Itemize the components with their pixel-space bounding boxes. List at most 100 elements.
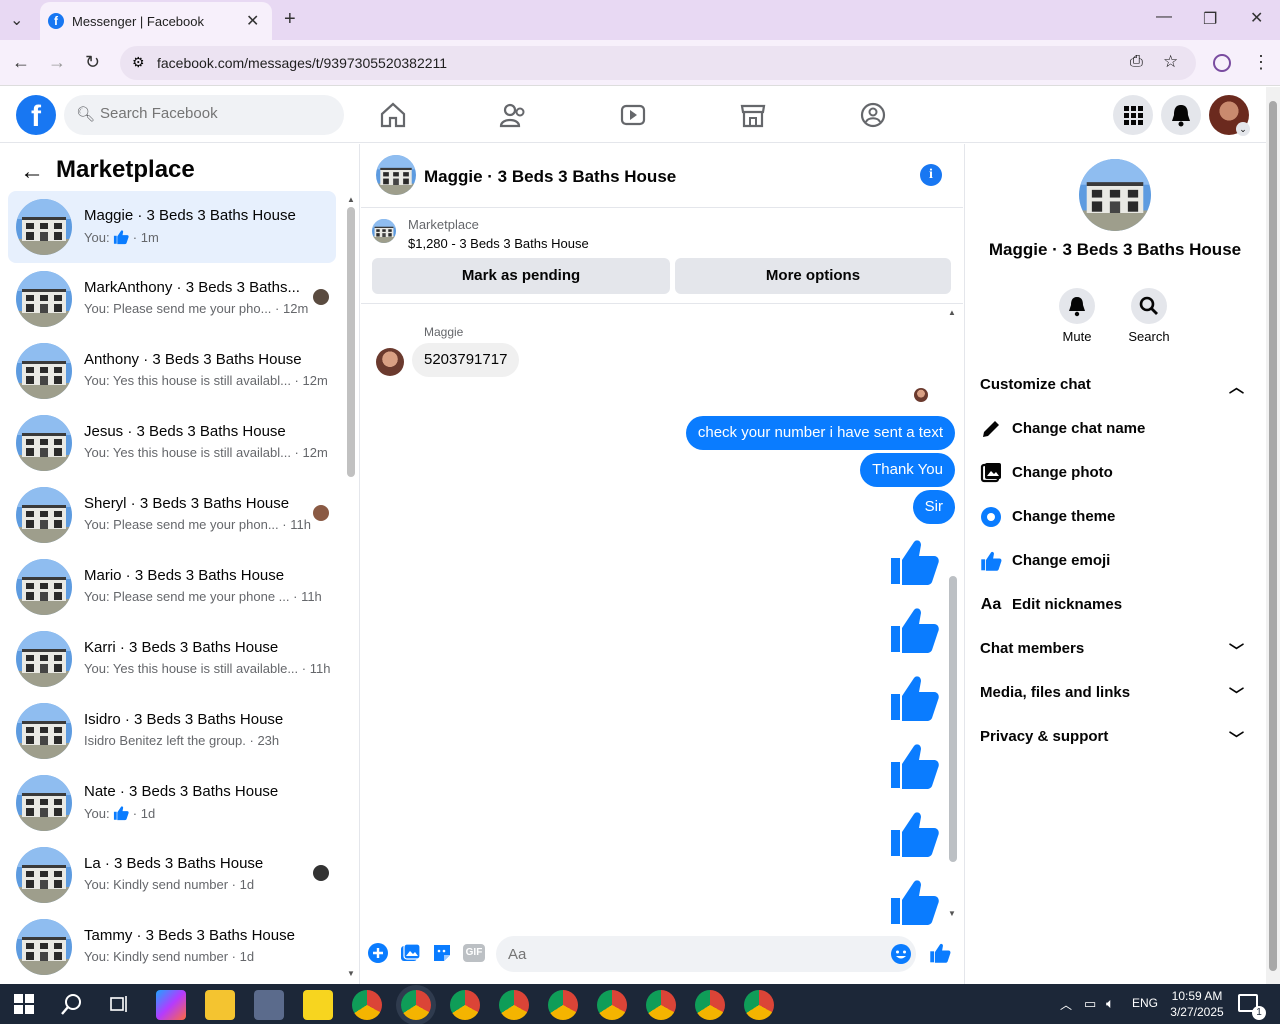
page-scrollbar[interactable] [1266, 87, 1280, 984]
page-scroll-thumb[interactable] [1269, 101, 1277, 971]
forward-icon[interactable]: → [48, 52, 66, 73]
facebook-logo-icon[interactable]: f [16, 95, 56, 135]
thumbs-up-message-icon[interactable] [888, 604, 940, 656]
system-clock[interactable]: 10:59 AM 3/27/2025 [1162, 988, 1232, 1020]
reload-icon[interactable]: ↻ [85, 52, 100, 73]
outgoing-message[interactable]: check your number i have sent a text [685, 416, 955, 450]
send-like-icon[interactable] [929, 942, 951, 964]
chat-scroll-up-icon[interactable]: ▲ [948, 308, 956, 317]
windows-start-icon[interactable] [14, 994, 34, 1014]
chrome-window-icon[interactable] [499, 990, 529, 1020]
omnibox[interactable]: ⚙ facebook.com/messages/t/93973055203822… [120, 46, 1196, 80]
chat-members-section[interactable]: Chat members ﹀ [980, 640, 1250, 660]
list-scrollbar[interactable] [347, 207, 355, 477]
task-view-icon[interactable] [110, 995, 130, 1013]
chrome-window-icon[interactable] [744, 990, 774, 1020]
taskbar-search-icon[interactable] [60, 992, 84, 1016]
thumbs-up-message-icon[interactable] [888, 808, 940, 860]
copilot-icon[interactable] [156, 990, 186, 1020]
install-app-icon[interactable]: ⎙ [1130, 53, 1143, 71]
emoji-icon[interactable] [890, 943, 912, 965]
profile-icon[interactable] [1213, 54, 1231, 72]
site-info-icon[interactable]: ⚙ [132, 54, 145, 71]
new-tab-icon[interactable]: + [284, 8, 296, 31]
tab-search-icon[interactable]: ⌄ [10, 10, 23, 30]
conversation-item[interactable]: Jesus · 3 Beds 3 Baths House You: Yes th… [8, 407, 336, 479]
chrome-window-icon[interactable] [646, 990, 676, 1020]
privacy-section[interactable]: Privacy & support ﹀ [980, 728, 1250, 748]
language-indicator[interactable]: ENG [1132, 996, 1158, 1010]
facebook-search[interactable]: 🔍︎ [64, 95, 344, 135]
sticker-icon[interactable] [431, 942, 453, 964]
snipping-tool-icon[interactable] [254, 990, 284, 1020]
close-tab-icon[interactable]: ✕ [246, 11, 259, 31]
menu-dots-icon[interactable]: ⋮ [1252, 52, 1270, 73]
file-explorer-icon[interactable] [205, 990, 235, 1020]
menu-grid-icon[interactable] [1113, 95, 1153, 135]
sender-avatar[interactable] [376, 348, 404, 376]
conversation-item[interactable]: La · 3 Beds 3 Baths House You: Kindly se… [8, 839, 336, 911]
friends-icon[interactable] [498, 100, 528, 130]
customize-chat-section[interactable]: Customize chat ︿ [980, 376, 1250, 396]
volume-icon[interactable]: 🔈︎ [1106, 995, 1114, 1012]
chrome-window-icon[interactable] [695, 990, 725, 1020]
account-chevron-icon[interactable]: ⌄ [1236, 122, 1250, 136]
list-scroll-down-icon[interactable]: ▼ [347, 969, 355, 978]
thumbs-up-message-icon[interactable] [888, 876, 940, 928]
close-window-icon[interactable]: ✕ [1250, 8, 1263, 28]
chat-scrollbar[interactable] [949, 576, 957, 862]
chrome-window-icon[interactable] [352, 990, 382, 1020]
message-input[interactable] [496, 936, 916, 972]
thumbs-up-message-icon[interactable] [888, 536, 940, 588]
search-chat-icon[interactable] [1131, 288, 1167, 324]
more-options-button[interactable]: More options [675, 258, 951, 294]
marketplace-icon[interactable] [738, 100, 768, 130]
outgoing-message[interactable]: Thank You [860, 453, 955, 487]
back-icon[interactable]: ← [12, 52, 30, 73]
info-icon[interactable]: i [920, 164, 942, 186]
conversation-item[interactable]: Nate · 3 Beds 3 Baths House You: · 1d [8, 767, 336, 839]
chrome-window-icon[interactable] [548, 990, 578, 1020]
media-section[interactable]: Media, files and links ﹀ [980, 684, 1250, 704]
tray-overflow-icon[interactable]: ︿ [1060, 996, 1072, 1013]
conversation-item[interactable]: MarkAnthony · 3 Beds 3 Baths... You: Ple… [8, 263, 336, 335]
mute-bell-icon[interactable] [1059, 288, 1095, 324]
gif-icon[interactable]: GIF [463, 944, 485, 962]
chrome-window-icon[interactable] [401, 990, 431, 1020]
info-avatar[interactable] [1079, 159, 1151, 231]
listing-price[interactable]: $1,280 - 3 Beds 3 Baths House [408, 236, 589, 251]
conversation-item[interactable]: Mario · 3 Beds 3 Baths House You: Please… [8, 551, 336, 623]
incoming-message[interactable]: 5203791717 [412, 343, 520, 377]
browser-tab[interactable]: f Messenger | Facebook ✕ [40, 2, 272, 40]
minimize-icon[interactable]: — [1156, 8, 1172, 26]
add-plus-icon[interactable] [367, 942, 389, 964]
list-scroll-up-icon[interactable]: ▲ [347, 195, 355, 204]
mark-pending-button[interactable]: Mark as pending [372, 258, 670, 294]
conversation-item[interactable]: Tammy · 3 Beds 3 Baths House You: Kindly… [8, 911, 336, 983]
conversation-item[interactable]: Maggie · 3 Beds 3 Baths House You: · 1m [8, 191, 336, 263]
notifications-bell-icon[interactable] [1161, 95, 1201, 135]
listing-thumbnail[interactable] [372, 219, 396, 243]
facebook-search-input[interactable] [100, 105, 330, 122]
photo-icon[interactable] [399, 942, 421, 964]
conversation-item[interactable]: Karri · 3 Beds 3 Baths House You: Yes th… [8, 623, 336, 695]
conversation-item[interactable]: Anthony · 3 Beds 3 Baths House You: Yes … [8, 335, 336, 407]
conversation-item[interactable]: Isidro · 3 Beds 3 Baths House Isidro Ben… [8, 695, 336, 767]
thumbs-up-message-icon[interactable] [888, 672, 940, 724]
thumbs-up-message-icon[interactable] [888, 740, 940, 792]
back-arrow-icon[interactable]: ← [20, 158, 44, 186]
home-icon[interactable] [378, 100, 408, 130]
video-icon[interactable] [618, 100, 648, 130]
chrome-window-icon[interactable] [450, 990, 480, 1020]
network-icon[interactable]: ▭ [1084, 996, 1096, 1012]
outgoing-message[interactable]: Sir [912, 490, 955, 524]
sticky-notes-icon[interactable] [303, 990, 333, 1020]
chat-title[interactable]: Maggie · 3 Beds 3 Baths House [424, 167, 676, 187]
chat-scroll-down-icon[interactable]: ▼ [948, 909, 956, 918]
groups-icon[interactable] [858, 100, 888, 130]
bookmark-star-icon[interactable]: ☆ [1163, 52, 1178, 72]
restore-icon[interactable]: ❐ [1203, 9, 1217, 29]
chrome-window-icon[interactable] [597, 990, 627, 1020]
chat-avatar[interactable] [376, 155, 416, 195]
conversation-item[interactable]: Sheryl · 3 Beds 3 Baths House You: Pleas… [8, 479, 336, 551]
